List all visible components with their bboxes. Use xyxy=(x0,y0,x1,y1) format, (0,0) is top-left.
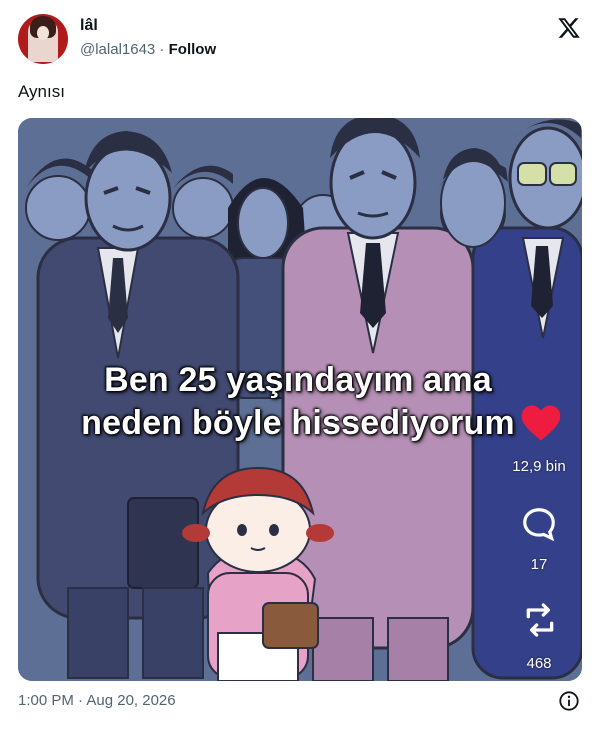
x-logo-icon[interactable] xyxy=(557,16,581,40)
reply-icon[interactable] xyxy=(520,505,558,543)
info-icon[interactable] xyxy=(558,690,580,712)
follow-button[interactable]: Follow xyxy=(169,41,217,58)
avatar[interactable] xyxy=(18,14,68,64)
author-handle[interactable]: @lalal1643 xyxy=(80,41,155,58)
media-caption-line2: neden böyle hissediyorum xyxy=(81,404,515,442)
heart-icon[interactable] xyxy=(520,403,562,443)
tweet-text: Aynısı xyxy=(18,82,65,101)
handle-separator: · xyxy=(155,41,169,58)
author-display-name[interactable]: lâl xyxy=(80,17,98,35)
tweet-timestamp[interactable]: 1:00 PM · Aug 20, 2026 xyxy=(18,692,176,709)
repost-count: 468 xyxy=(526,655,552,672)
media-caption-line1: Ben 25 yaşındayım ama xyxy=(104,361,492,399)
reply-count: 17 xyxy=(530,556,548,573)
avatar-face xyxy=(37,26,49,40)
like-count: 12,9 bin xyxy=(512,458,566,475)
repost-icon[interactable] xyxy=(520,598,560,642)
author-handle-row: @lalal1643 · Follow xyxy=(80,41,216,58)
tweet-media[interactable]: Ben 25 yaşındayım ama neden böyle hissed… xyxy=(18,118,582,681)
